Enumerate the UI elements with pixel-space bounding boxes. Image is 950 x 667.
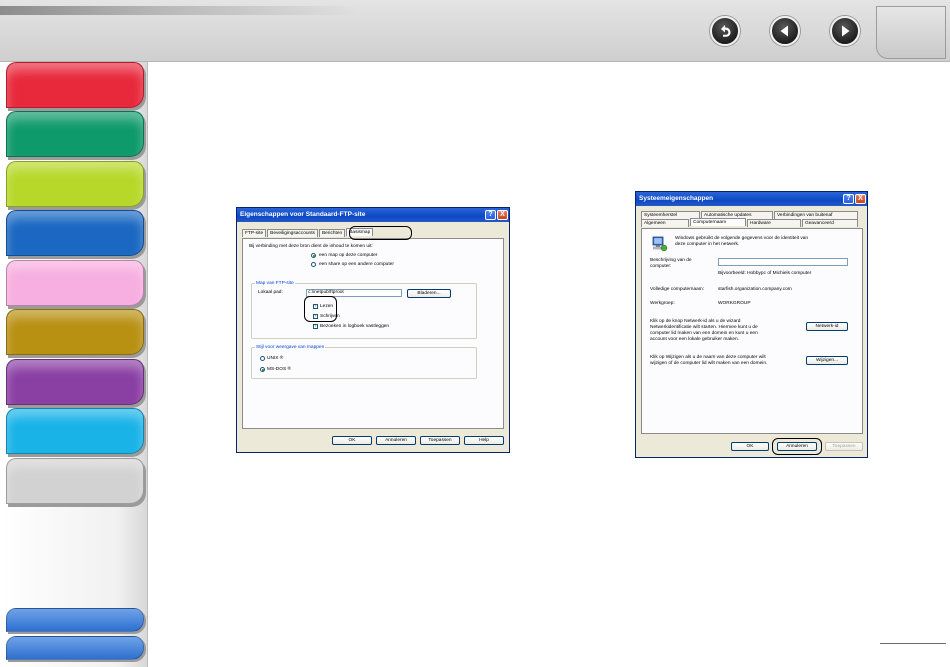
sidebar-tab-green[interactable] — [6, 111, 144, 157]
ftp-help-title-button[interactable]: ? — [485, 210, 496, 220]
change-text-1: Klik op Wijzigen als u de naam van deze … — [650, 355, 766, 360]
basismap-tab-highlight — [349, 226, 412, 240]
ftp-apply-button[interactable]: Toepassen — [420, 436, 460, 445]
sidebar-tab-blue[interactable] — [6, 210, 144, 256]
description-example-text: Bijvoorbeeld: Hobbypc of Michiels comput… — [718, 271, 812, 276]
log-visits-label: Bezoeken in logboek vastleggen — [320, 324, 390, 329]
sidebar-bottom-tab-2[interactable] — [6, 636, 144, 660]
ftp-tab-panel: Bij verbinding met deze bron dient de in… — [242, 238, 504, 429]
ftp-help-button[interactable]: Help — [464, 436, 504, 445]
sys-info-text-2: deze computer in het netwerk. — [675, 242, 740, 247]
sys-dialog-titlebar: Systeemeigenschappen ? X — [636, 192, 867, 206]
tab-computer-name[interactable]: Computernaam — [690, 218, 746, 226]
return-arrow-icon — [721, 25, 731, 37]
ftp-cancel-button[interactable]: Annuleren — [376, 436, 416, 445]
top-bar — [0, 0, 950, 62]
ftp-ok-button[interactable]: OK — [332, 436, 372, 445]
ftp-style-group-label: Stijl voor weergave van mappen — [255, 345, 326, 350]
previous-page-button[interactable] — [770, 16, 800, 46]
bottom-right-rule — [880, 643, 946, 644]
workgroup-label: Werkgroep: — [650, 301, 675, 306]
workgroup-value: WORKGROUP — [718, 301, 751, 306]
tab-security-accounts[interactable]: Beveiligingsaccounts — [267, 229, 318, 237]
netid-text-1: Klik op de knop Netwerk-id als u de wiza… — [650, 319, 741, 324]
header-sheen — [0, 6, 360, 15]
sidebar-tab-lime[interactable] — [6, 161, 144, 207]
ftp-style-group: Stijl voor weergave van mappen UNIX ® MS… — [251, 345, 477, 379]
sys-help-title-button[interactable]: ? — [843, 194, 854, 204]
sidebar-bottom-tab-1[interactable] — [6, 608, 144, 632]
tab-remote[interactable]: Verbindingen van buitenaf — [774, 211, 858, 219]
sidebar-tab-purple[interactable] — [6, 359, 144, 405]
system-properties-dialog: Systeemeigenschappen ? X Systeemherstel … — [635, 191, 868, 458]
log-visits-checkbox[interactable] — [313, 323, 318, 329]
sys-close-button[interactable]: X — [855, 194, 866, 204]
next-page-button[interactable] — [830, 16, 860, 46]
netid-text-2: Netwerkidentificatie wilt starten. Hierm… — [650, 325, 758, 330]
page: Eigenschappen voor Standaard-FTP-site ? … — [0, 0, 950, 667]
cancel-button-highlight — [772, 438, 822, 455]
sidebar-tab-gold[interactable] — [6, 309, 144, 355]
network-id-button[interactable]: Netwerk-id — [806, 322, 848, 331]
change-button[interactable]: Wijzigen... — [806, 356, 848, 365]
back-button[interactable] — [710, 16, 740, 46]
change-text-2: wijzigen of de computer lid wilt maken v… — [650, 361, 768, 366]
ftp-properties-dialog: Eigenschappen voor Standaard-FTP-site ? … — [236, 207, 510, 453]
desc-label-2: computer: — [650, 264, 672, 269]
netid-text-3: computer lid maken van een domein en kun… — [650, 331, 758, 336]
computer-network-icon — [652, 236, 668, 252]
radio-unix[interactable] — [260, 356, 265, 361]
ftp-dialog-titlebar: Eigenschappen voor Standaard-FTP-site ? … — [237, 208, 509, 222]
sys-dialog-title: Systeemeigenschappen — [639, 195, 714, 202]
tab-hardware[interactable]: Hardware — [747, 219, 801, 227]
sys-tab-row-1: Systeemherstel Automatische updates Verb… — [641, 211, 859, 219]
radio-local-folder[interactable] — [311, 253, 316, 258]
ftp-intro-text: Bij verbinding met deze bron dient de in… — [249, 244, 373, 249]
unix-label: UNIX ® — [267, 356, 284, 361]
full-name-label: Volledige computernaam: — [650, 287, 705, 292]
ftp-folder-group: Map van FTP-site Lokaal pad: c:\inetpub\… — [251, 281, 477, 339]
ftp-dialog-title: Eigenschappen voor Standaard-FTP-site — [240, 211, 366, 218]
radio-msdos[interactable] — [260, 367, 265, 372]
radio-network-share[interactable] — [311, 262, 316, 267]
full-name-value: starfish.organization.company.com — [718, 287, 792, 292]
sys-info-text-1: Windows gebruikt de volgende gegevens vo… — [675, 236, 809, 241]
browse-button[interactable]: Bladeren... — [407, 289, 451, 298]
top-right-tab[interactable] — [876, 6, 946, 59]
sys-tab-row-2: Algemeen Computernaam Hardware Geavancee… — [641, 218, 859, 227]
tab-ftp-site[interactable]: FTP-site — [242, 229, 267, 237]
sidebar-tab-pink[interactable] — [6, 260, 144, 306]
sidebar — [0, 62, 148, 667]
tab-messages[interactable]: Berichten — [318, 229, 346, 237]
sidebar-tab-gray[interactable] — [6, 458, 144, 504]
triangle-right-icon — [842, 25, 850, 37]
ftp-close-button[interactable]: X — [497, 210, 508, 220]
tab-general[interactable]: Algemeen — [641, 219, 689, 227]
msdos-label: MS-DOS ® — [267, 367, 292, 372]
netid-text-4: account voor een lokale gebruiker maken. — [650, 337, 740, 342]
read-write-highlight — [304, 296, 337, 322]
sys-tab-panel: Windows gebruikt de volgende gegevens vo… — [641, 228, 863, 434]
local-path-label: Lokaal pad: — [258, 290, 283, 295]
tab-advanced[interactable]: Geavanceerd — [802, 219, 858, 227]
radio-local-label: een map op deze computer — [319, 253, 378, 258]
sidebar-tab-red[interactable] — [6, 62, 144, 108]
computer-description-input[interactable] — [718, 258, 848, 266]
ftp-folder-group-label: Map van FTP-site — [255, 281, 295, 286]
triangle-left-icon — [780, 25, 788, 37]
sys-apply-button[interactable]: Toepassen — [825, 442, 863, 451]
sys-ok-button[interactable]: OK — [731, 442, 769, 451]
radio-share-label: een share op een andere computer — [319, 262, 394, 267]
sidebar-tab-cyan[interactable] — [6, 408, 144, 454]
desc-label-1: Beschrijving van de — [650, 258, 692, 263]
